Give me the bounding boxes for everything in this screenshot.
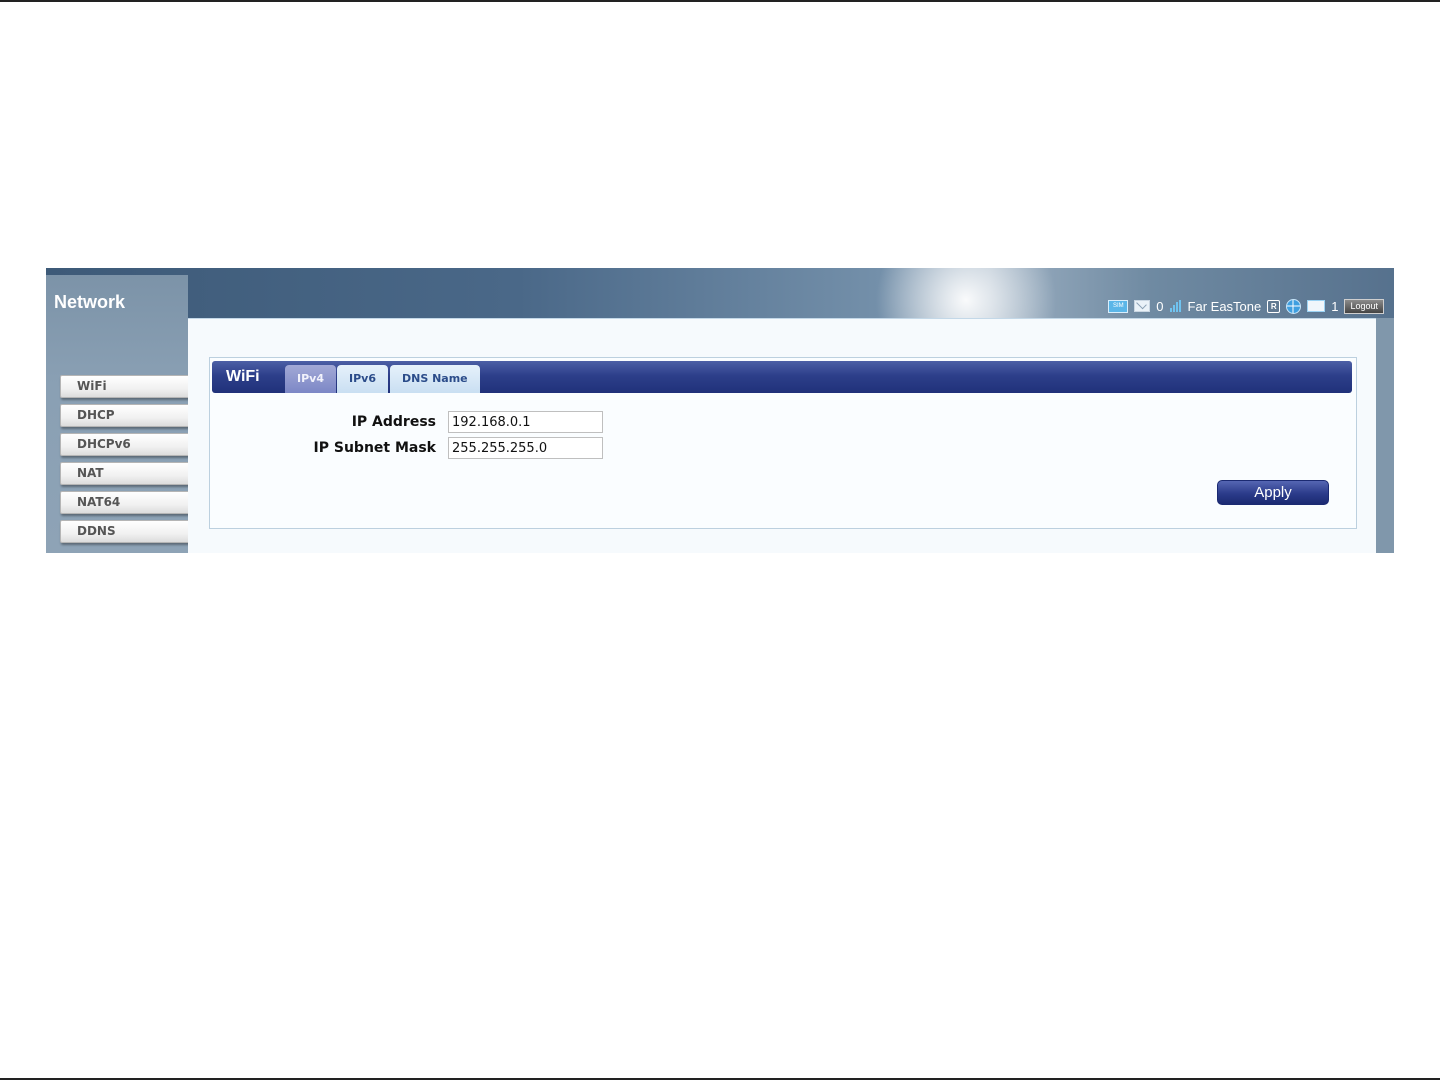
subnet-mask-label: IP Subnet Mask xyxy=(313,440,436,456)
messages-count: 0 xyxy=(1156,298,1164,314)
carrier-name: Far EasTone xyxy=(1187,298,1262,314)
subnet-mask-input[interactable] xyxy=(448,437,603,459)
signal-icon xyxy=(1169,300,1182,312)
wifi-settings-panel: WiFi IPv4 IPv6 DNS Name IP Address IP Su… xyxy=(209,357,1357,529)
menu-item-ddns[interactable]: DDNS xyxy=(60,520,194,543)
panel-tabbar: WiFi IPv4 IPv6 DNS Name xyxy=(212,361,1352,393)
menu-item-nat64[interactable]: NAT64 xyxy=(60,491,194,514)
status-bar: SIM 0 Far EasTone R 1 Logout xyxy=(1108,298,1384,314)
globe-icon xyxy=(1286,298,1302,314)
tab-dns-name[interactable]: DNS Name xyxy=(390,365,480,393)
logout-button[interactable]: Logout xyxy=(1344,298,1384,314)
ip-address-label: IP Address xyxy=(351,414,436,430)
clients-icon xyxy=(1307,300,1326,312)
page-top-rule xyxy=(0,0,1440,2)
tab-ipv4[interactable]: IPv4 xyxy=(285,365,336,393)
tab-ipv6[interactable]: IPv6 xyxy=(337,365,388,393)
sim-icon: SIM xyxy=(1108,299,1129,313)
menu-item-wifi[interactable]: WiFi xyxy=(60,375,194,398)
menu-item-dhcp[interactable]: DHCP xyxy=(60,404,194,427)
clients-count: 1 xyxy=(1331,298,1339,314)
mail-icon[interactable] xyxy=(1134,300,1151,312)
menu-item-dhcpv6[interactable]: DHCPv6 xyxy=(60,433,194,456)
section-title: Network xyxy=(54,292,126,312)
content-area: WiFi IPv4 IPv6 DNS Name IP Address IP Su… xyxy=(188,318,1376,553)
header-banner: SIM 0 Far EasTone R 1 Logout xyxy=(46,268,1394,318)
ip-address-input[interactable] xyxy=(448,411,603,433)
router-web-ui: SIM 0 Far EasTone R 1 Logout Network WiF… xyxy=(46,268,1394,553)
network-menu: WiFi DHCP DHCPv6 NAT NAT64 DDNS xyxy=(60,375,194,549)
apply-button[interactable]: Apply xyxy=(1217,480,1329,505)
page-bottom-rule xyxy=(0,1078,1440,1080)
roaming-icon: R xyxy=(1267,299,1281,313)
panel-title: WiFi xyxy=(226,368,260,385)
menu-item-nat[interactable]: NAT xyxy=(60,462,194,485)
